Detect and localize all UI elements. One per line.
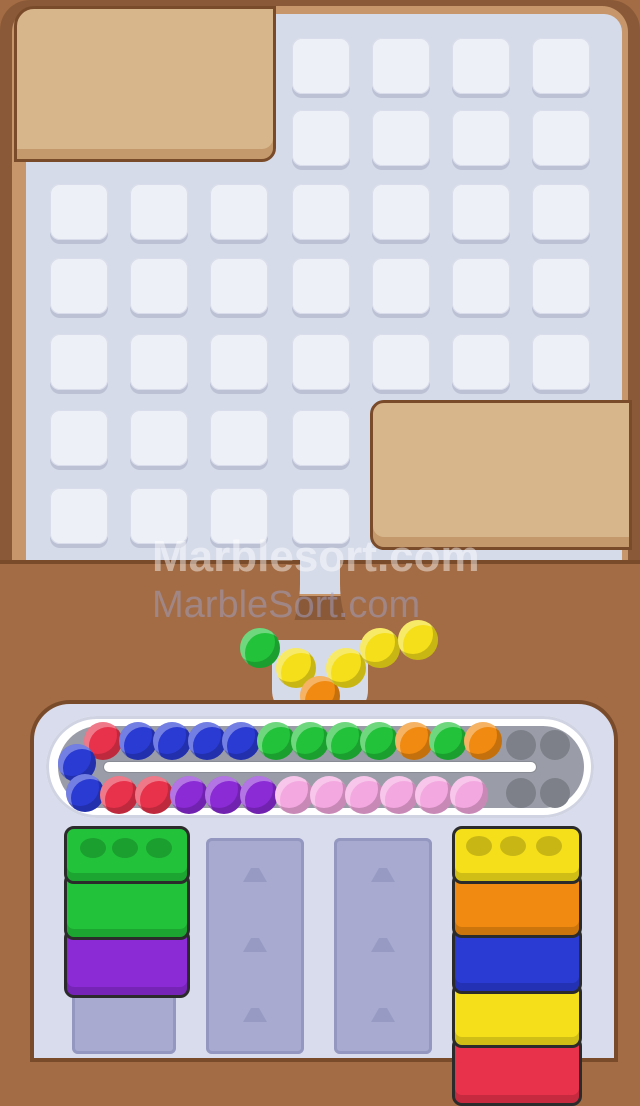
- marble-purple: [240, 776, 278, 814]
- board-cell: [452, 110, 510, 166]
- empty-pocket: [540, 730, 570, 760]
- marble-purple: [205, 776, 243, 814]
- slot-arrow-icon: [243, 1008, 267, 1022]
- left-slot[interactable]: [72, 990, 176, 1054]
- board-cell: [372, 334, 430, 390]
- board-cell: [292, 258, 350, 314]
- marble-green: [240, 628, 280, 668]
- board-cell: [292, 110, 350, 166]
- marble-blue: [222, 722, 260, 760]
- board-cell: [130, 334, 188, 390]
- marble-pink: [415, 776, 453, 814]
- box-hole: [146, 838, 172, 858]
- box-hole: [112, 838, 138, 858]
- board-cell: [292, 184, 350, 240]
- board-cell: [372, 38, 430, 94]
- marble-blue: [66, 774, 104, 812]
- marble-blue: [153, 722, 191, 760]
- board-cell: [292, 334, 350, 390]
- board-cell: [292, 38, 350, 94]
- slot-arrow-icon: [371, 938, 395, 952]
- watermark-secondary: MarbleSort.com: [152, 584, 421, 626]
- board-cell: [532, 184, 590, 240]
- empty-pocket: [506, 730, 536, 760]
- marble-pink: [310, 776, 348, 814]
- board-cell: [130, 258, 188, 314]
- slot-arrow-icon: [371, 1008, 395, 1022]
- track-divider: [104, 762, 536, 772]
- empty-slot-1[interactable]: [206, 838, 304, 1054]
- board-cell: [372, 184, 430, 240]
- marble-green: [429, 722, 467, 760]
- marble-blue: [118, 722, 157, 760]
- marble-pink: [380, 776, 418, 814]
- marble-pink: [345, 776, 383, 814]
- empty-pocket: [540, 778, 570, 808]
- empty-pocket: [506, 778, 536, 808]
- marble-green: [360, 722, 398, 760]
- marble-green: [256, 722, 295, 760]
- board-cell: [452, 258, 510, 314]
- marble-green: [291, 722, 329, 760]
- board-cell: [50, 488, 108, 544]
- marble-blue: [187, 722, 226, 760]
- board-cell: [532, 38, 590, 94]
- wall-block-top-left: [14, 6, 276, 162]
- marble-yellow: [360, 628, 400, 668]
- marble-pink: [275, 776, 313, 814]
- box-hole: [466, 836, 492, 856]
- board-cell: [210, 258, 268, 314]
- board-cell: [50, 334, 108, 390]
- board-cell: [50, 410, 108, 466]
- slot-arrow-icon: [371, 868, 395, 882]
- box-hole: [536, 836, 562, 856]
- board-cell: [130, 184, 188, 240]
- slot-arrow-icon: [243, 868, 267, 882]
- board-cell: [210, 410, 268, 466]
- marble-pink: [450, 776, 488, 814]
- box-hole: [500, 836, 526, 856]
- wall-block-bottom-right: [370, 400, 632, 550]
- slot-arrow-icon: [243, 938, 267, 952]
- marble-orange: [394, 722, 433, 760]
- board-cell: [372, 110, 430, 166]
- marble-red: [135, 776, 173, 814]
- board-cell: [452, 334, 510, 390]
- board-cell: [532, 258, 590, 314]
- marble-green: [325, 722, 364, 760]
- board-cell: [210, 334, 268, 390]
- box-hole: [80, 838, 106, 858]
- board-cell: [130, 410, 188, 466]
- board-cell: [292, 410, 350, 466]
- board-cell: [532, 334, 590, 390]
- board-cell: [210, 184, 268, 240]
- empty-slot-2[interactable]: [334, 838, 432, 1054]
- marble-purple: [170, 776, 208, 814]
- board-cell: [532, 110, 590, 166]
- board-cell: [50, 184, 108, 240]
- board-cell: [452, 38, 510, 94]
- watermark-primary: Marblesort.com: [152, 532, 480, 581]
- marble-red: [100, 776, 138, 814]
- marble-orange: [463, 722, 502, 760]
- marble-yellow: [398, 620, 438, 660]
- board-cell: [372, 258, 430, 314]
- board-cell: [452, 184, 510, 240]
- board-cell: [50, 258, 108, 314]
